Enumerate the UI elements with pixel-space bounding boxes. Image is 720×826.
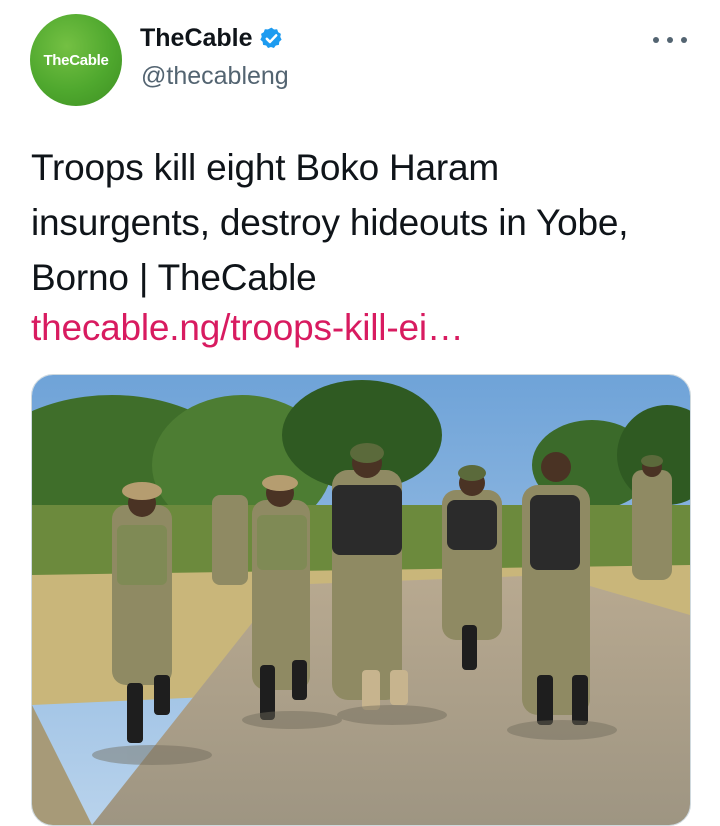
soldiers-photo [32, 375, 690, 825]
more-dot [681, 37, 687, 43]
tweet-text: Troops kill eight Boko Haram insurgents,… [31, 147, 629, 298]
tweet-media-photo[interactable] [31, 374, 691, 826]
account-handle[interactable]: @thecableng [141, 62, 289, 91]
display-name[interactable]: TheCable [140, 24, 253, 53]
verified-badge-icon [259, 27, 282, 48]
more-options-icon[interactable] [653, 30, 687, 50]
account-name-row[interactable]: TheCable [140, 24, 284, 53]
tweet-link[interactable]: thecable.ng/troops-kill-ei… [31, 305, 464, 351]
more-dot [653, 37, 659, 43]
avatar[interactable]: TheCable [30, 14, 122, 106]
more-dot [667, 37, 673, 43]
avatar-logo-text: TheCable [43, 51, 109, 69]
